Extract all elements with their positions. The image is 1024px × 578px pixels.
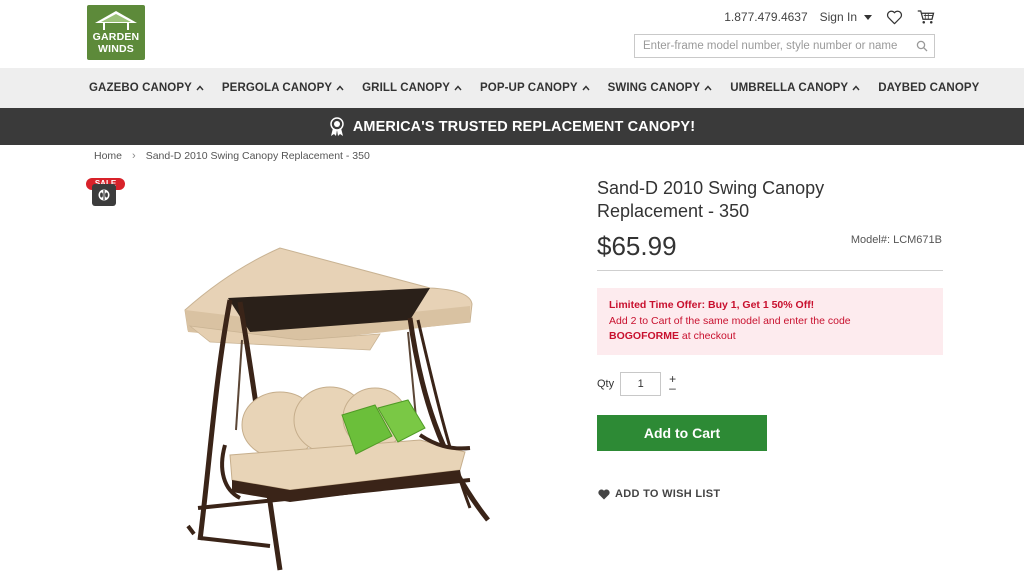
nav-item-grill-canopy[interactable]: GRILL CANOPY [362, 82, 462, 94]
breadcrumb: Home › Sand-D 2010 Swing Canopy Replacem… [94, 150, 370, 162]
promo-offer-box: Limited Time Offer: Buy 1, Get 1 50% Off… [597, 288, 943, 355]
heart-icon [598, 489, 610, 499]
qty-label: Qty [597, 378, 615, 390]
search-icon[interactable] [916, 39, 928, 57]
chevron-right-icon: › [132, 150, 136, 162]
nav-item-umbrella-canopy[interactable]: UMBRELLA CANOPY [730, 82, 860, 94]
chevron-up-icon [336, 85, 344, 91]
decrement-minus-icon[interactable]: – [669, 382, 676, 394]
wishlist-heart-icon[interactable] [884, 8, 904, 26]
nav-item-pop-up-canopy[interactable]: POP-UP CANOPY [480, 82, 590, 94]
breadcrumb-current: Sand-D 2010 Swing Canopy Replacement - 3… [145, 150, 370, 162]
nav-item-swing-canopy[interactable]: SWING CANOPY [608, 82, 713, 94]
product-image-swing[interactable] [170, 240, 500, 578]
nav-item-pergola-canopy[interactable]: PERGOLA CANOPY [222, 82, 344, 94]
search-input[interactable] [635, 35, 905, 57]
logo-gazebo-icon [95, 11, 137, 30]
offer-code: BOGOFORME [609, 330, 679, 342]
quantity-stepper: + – [669, 373, 676, 394]
cart-icon[interactable] [916, 8, 936, 26]
offer-code-suffix: at checkout [679, 330, 736, 342]
phone-number[interactable]: 1.877.479.4637 [724, 10, 807, 24]
nav-item-label: DAYBED CANOPY [878, 82, 980, 94]
nav-item-daybed-canopy[interactable]: DAYBED CANOPY [878, 82, 979, 94]
compare-icon[interactable] [92, 184, 116, 206]
product-price: $65.99 [597, 231, 677, 261]
add-to-wishlist-link[interactable]: ADD TO WISH LIST [598, 488, 720, 500]
wishlist-label: ADD TO WISH LIST [615, 488, 721, 500]
logo-text-line2: WINDS [98, 43, 134, 55]
quantity-control: Qty + – [597, 372, 676, 396]
model-label: Model#: [850, 234, 891, 246]
offer-instructions: Add 2 to Cart of the same model and ente… [609, 314, 851, 327]
sign-in-label: Sign In [819, 10, 857, 24]
header-utility-bar: 1.877.479.4637 Sign In [724, 8, 936, 26]
nav-item-label: POP-UP CANOPY [480, 82, 578, 94]
chevron-up-icon [852, 85, 860, 91]
nav-item-label: GAZEBO CANOPY [89, 82, 192, 94]
offer-code-line: BOGOFORME at checkout [609, 329, 931, 345]
price-divider [597, 270, 943, 271]
search-box [634, 34, 935, 58]
logo-text-line1: GARDEN [92, 31, 140, 43]
product-title: Sand-D 2010 Swing Canopy Replacement - 3… [597, 178, 825, 221]
nav-item-label: SWING CANOPY [607, 82, 701, 94]
site-header: GARDEN WINDS 1.877.479.4637 Sign In [0, 0, 1024, 68]
sign-in-dropdown[interactable]: Sign In [820, 10, 872, 24]
chevron-up-icon [704, 85, 712, 91]
main-navigation: GAZEBO CANOPY PERGOLA CANOPY GRILL CANOP… [0, 68, 1024, 108]
award-ribbon-icon [330, 116, 344, 136]
garden-winds-logo[interactable]: GARDEN WINDS [87, 5, 145, 60]
quantity-input[interactable] [620, 372, 662, 396]
add-to-cart-button[interactable]: Add to Cart [597, 415, 767, 451]
chevron-up-icon [196, 85, 204, 91]
product-model: Model#: LCM671B [851, 234, 942, 246]
breadcrumb-home[interactable]: Home [94, 150, 122, 162]
nav-item-label: PERGOLA CANOPY [221, 82, 333, 94]
nav-item-label: UMBRELLA CANOPY [730, 82, 849, 94]
nav-item-label: GRILL CANOPY [362, 82, 451, 94]
banner-text: AMERICA'S TRUSTED REPLACEMENT CANOPY! [352, 118, 696, 135]
offer-headline: Limited Time Offer: Buy 1, Get 1 50% Off… [609, 299, 815, 311]
promo-banner: AMERICA'S TRUSTED REPLACEMENT CANOPY! [0, 108, 1024, 145]
chevron-down-icon [864, 14, 872, 20]
nav-item-gazebo-canopy[interactable]: GAZEBO CANOPY [89, 82, 204, 94]
chevron-up-icon [454, 85, 462, 91]
model-value: LCM671B [893, 234, 942, 246]
chevron-up-icon [582, 85, 590, 91]
